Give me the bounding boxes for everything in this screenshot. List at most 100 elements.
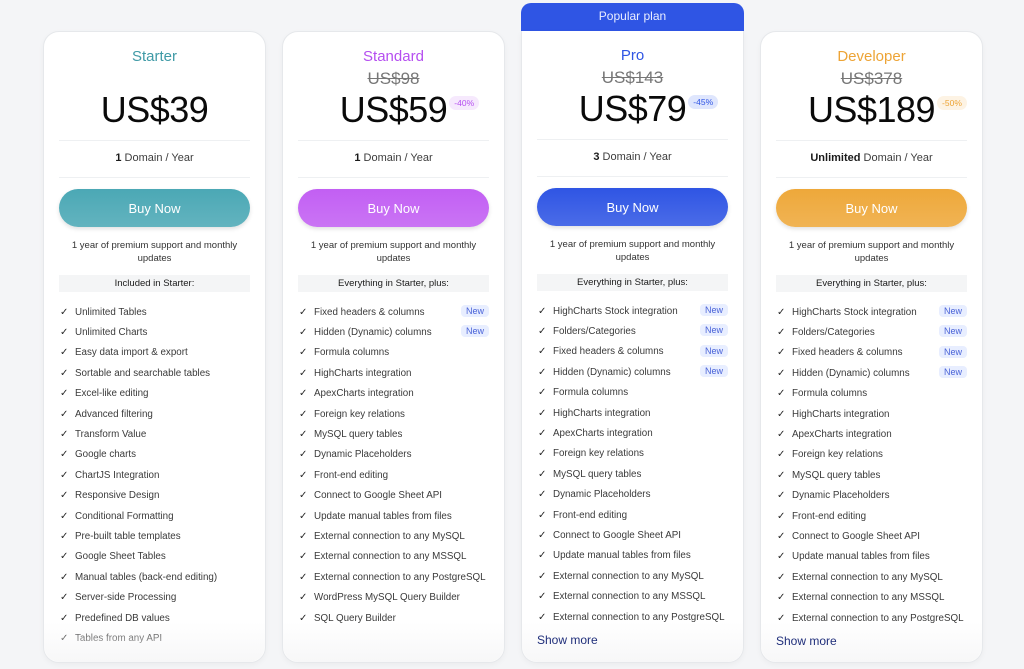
check-icon: ✓ (60, 367, 69, 379)
divider (776, 140, 967, 141)
feature-label: Hidden (Dynamic) columns (314, 327, 432, 339)
check-icon: ✓ (60, 388, 69, 400)
domain-suffix: Domain / Year (121, 152, 194, 164)
check-icon: ✓ (777, 429, 786, 441)
feature-item: ✓ Fixed headers & columns New (538, 342, 728, 362)
buy-now-button[interactable]: Buy Now (537, 188, 728, 226)
feature-item: ✓ Tables from any API (60, 628, 250, 648)
price-row: US$189 -50% (761, 89, 982, 131)
check-icon: ✓ (299, 388, 308, 400)
plan-name: Pro (620, 47, 645, 64)
check-icon: ✓ (60, 347, 69, 359)
feature-label: Hidden (Dynamic) columns (792, 367, 910, 379)
price-row: US$39 (44, 89, 265, 131)
feature-label: Unlimited Tables (75, 306, 147, 318)
feature-label: Formula columns (792, 388, 868, 400)
plan-card-standard: Standard US$98 US$59 -40% 1 Domain / Year Bu… (282, 31, 505, 663)
feature-label: ApexCharts integration (553, 428, 653, 440)
feature-item: ✓ External connection to any PostgreSQL (299, 567, 489, 587)
feature-label: Google Sheet Tables (75, 551, 166, 563)
check-icon: ✓ (538, 326, 547, 338)
feature-item: ✓ HighCharts Stock integration New (538, 301, 728, 321)
included-header: Everything in Starter, plus: (298, 275, 489, 292)
feature-label: External connection to any MSSQL (553, 591, 706, 603)
check-icon: ✓ (538, 529, 547, 541)
feature-label: External connection to any PostgreSQL (314, 571, 486, 583)
feature-label: Foreign key relations (553, 448, 644, 460)
buy-now-button[interactable]: Buy Now (59, 189, 250, 227)
check-icon: ✓ (60, 551, 69, 563)
show-more-link[interactable]: Show more (537, 633, 598, 647)
feature-label: Sortable and searchable tables (75, 367, 211, 379)
popular-plan-banner: Popular plan (521, 3, 744, 31)
feature-item: ✓ Fixed headers & columns New (777, 343, 967, 363)
feature-item: ✓ Foreign key relations (538, 444, 728, 464)
feature-label: Folders/Categories (553, 326, 636, 338)
feature-label: Pre-built table templates (75, 530, 181, 542)
domain-limit: 1 Domain / Year (44, 152, 265, 164)
feature-item: ✓ Excel-like editing (60, 384, 250, 404)
check-icon: ✓ (299, 551, 308, 563)
feature-label: Foreign key relations (314, 408, 405, 420)
plan-card-pro: Pro US$143 US$79 -45% 3 Domain / Year Buy No… (521, 31, 744, 663)
feature-label: HighCharts Stock integration (553, 305, 678, 317)
feature-label: HighCharts integration (553, 407, 651, 419)
feature-item: ✓ HighCharts Stock integration New (777, 302, 967, 322)
check-icon: ✓ (538, 489, 547, 501)
check-icon: ✓ (777, 388, 786, 400)
check-icon: ✓ (538, 550, 547, 562)
feature-label: Manual tables (back-end editing) (75, 571, 218, 583)
feature-label: Connect to Google Sheet API (792, 530, 920, 542)
feature-item: ✓ MySQL query tables (299, 424, 489, 444)
new-badge: New (460, 325, 489, 338)
check-icon: ✓ (777, 571, 786, 583)
plan-price: US$59 (339, 89, 448, 130)
check-icon: ✓ (299, 612, 308, 624)
feature-item: ✓ External connection to any MySQL (538, 566, 728, 586)
check-icon: ✓ (538, 407, 547, 419)
show-more-link[interactable]: Show more (776, 634, 837, 648)
check-icon: ✓ (777, 592, 786, 604)
check-icon: ✓ (299, 469, 308, 481)
feature-item: ✓ Front-end editing (538, 505, 728, 525)
feature-label: Responsive Design (75, 490, 160, 502)
buy-now-button[interactable]: Buy Now (776, 189, 967, 227)
domain-limit: 3 Domain / Year (522, 151, 743, 163)
new-badge: New (699, 304, 728, 316)
feature-item: ✓ Foreign key relations (777, 445, 967, 465)
plan-name: Starter (131, 48, 177, 65)
check-icon: ✓ (60, 632, 69, 644)
feature-label: Connect to Google Sheet API (314, 490, 442, 502)
feature-item: ✓ Google Sheet Tables (60, 547, 250, 567)
check-icon: ✓ (299, 306, 308, 318)
feature-item: ✓ External connection to any MySQL (777, 567, 967, 587)
new-badge: New (699, 344, 728, 357)
feature-item: ✓ ChartJS Integration (60, 465, 250, 485)
divider (537, 176, 728, 177)
feature-item: ✓ External connection to any MSSQL (777, 587, 967, 607)
feature-item: ✓ External connection to any MySQL (299, 526, 489, 546)
feature-item: ✓ Connect to Google Sheet API (777, 526, 967, 546)
feature-item: ✓ Unlimited Charts (60, 322, 250, 342)
plan-card-starter: Starter US$39 1 Domain / Year Buy Now 1 yea… (43, 31, 266, 663)
buy-now-button[interactable]: Buy Now (298, 189, 489, 227)
feature-item: ✓ Google charts (60, 445, 250, 465)
feature-item: ✓ SQL Query Builder (299, 608, 489, 628)
check-icon: ✓ (777, 530, 786, 542)
check-icon: ✓ (777, 510, 786, 522)
feature-label: MySQL query tables (314, 429, 403, 441)
feature-item: ✓ Predefined DB values (60, 608, 250, 628)
check-icon: ✓ (538, 428, 547, 440)
feature-label: HighCharts integration (792, 408, 890, 420)
feature-item: ✓ Connect to Google Sheet API (299, 486, 489, 506)
divider (59, 140, 250, 141)
support-note: 1 year of premium support and monthly up… (310, 240, 477, 264)
domain-suffix: Domain / Year (360, 152, 433, 164)
plan-name: Developer (837, 48, 906, 65)
check-icon: ✓ (538, 305, 547, 317)
check-icon: ✓ (60, 327, 69, 339)
feature-label: Connect to Google Sheet API (553, 529, 681, 541)
feature-label: Fixed headers & columns (553, 346, 664, 358)
feature-item: ✓ Fixed headers & columns New (299, 302, 489, 322)
pricing-plans: Popular plan Starter US$39 1 Domain / Yea… (43, 3, 983, 669)
